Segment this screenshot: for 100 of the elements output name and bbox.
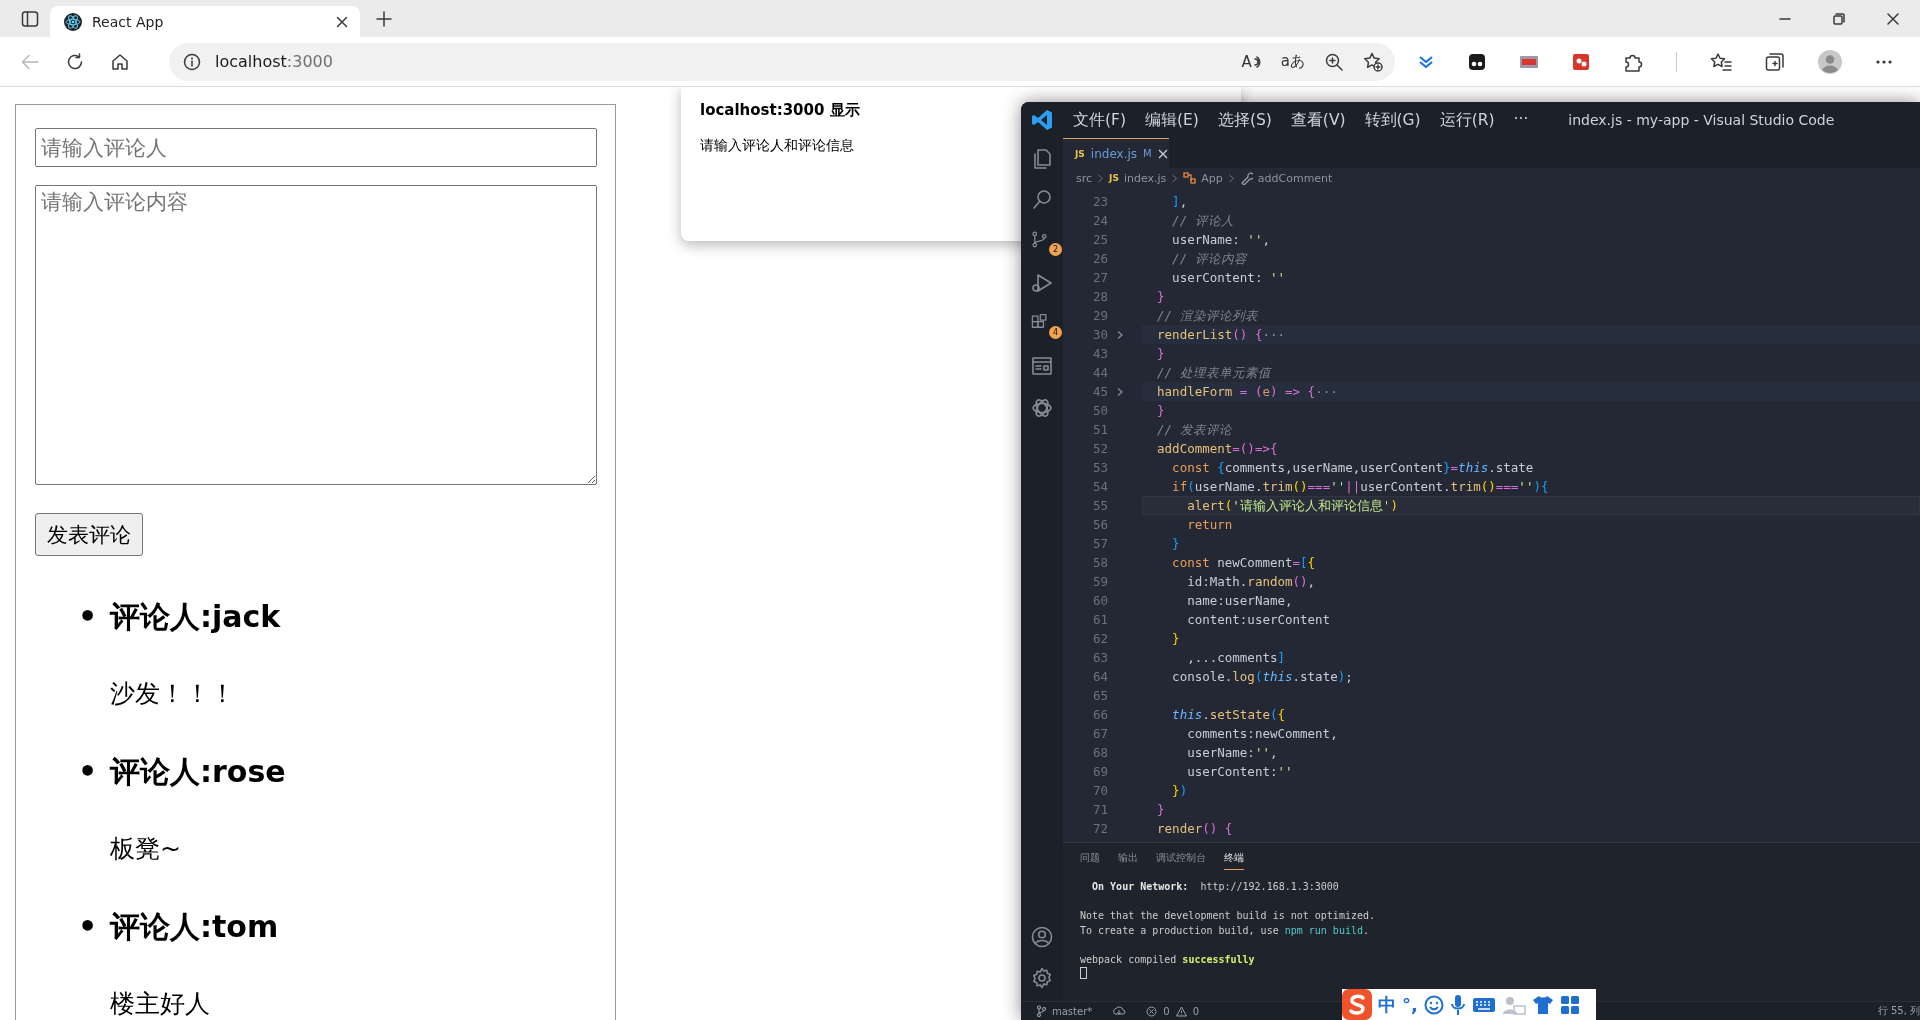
line-number: 50 [1091, 403, 1108, 418]
line-number: 66 [1091, 707, 1108, 722]
microphone-icon[interactable] [1449, 993, 1466, 1016]
line-number: 65 [1091, 688, 1108, 703]
fold-chevron-icon[interactable] [1116, 329, 1124, 340]
line-number: 62 [1091, 631, 1108, 646]
menu-item[interactable]: 编辑(E) [1145, 109, 1199, 131]
close-icon[interactable] [336, 15, 348, 28]
panel-tab[interactable]: 调试控制台 [1156, 851, 1206, 869]
code-line: } [1156, 801, 1165, 819]
error-icon[interactable] [1146, 1005, 1158, 1017]
error-count: 0 [1163, 1005, 1170, 1017]
fold-chevron-icon[interactable] [1116, 386, 1124, 397]
code-line: const {comments,userName,userContent}=this.state [1171, 459, 1534, 477]
menu-item[interactable]: 运行(R) [1439, 109, 1495, 131]
comment-author: 评论人:jack [110, 598, 281, 636]
comment-author: 评论人:rose [110, 753, 286, 791]
menu-item[interactable]: 文件(F) [1073, 109, 1126, 131]
menu-item[interactable]: ··· [1513, 109, 1529, 131]
zoom-icon[interactable] [1325, 52, 1343, 71]
add-favorite-icon[interactable] [1363, 51, 1383, 72]
back-arrow-icon [21, 53, 39, 70]
address-bar[interactable]: localhost:3000 A aあ [169, 42, 1395, 81]
submit-button[interactable]: 发表评论 [35, 513, 143, 556]
dialog-message: 请输入评论人和评论信息 [700, 137, 854, 155]
new-tab-icon[interactable] [376, 10, 392, 27]
branch-name[interactable]: master* [1052, 1005, 1093, 1017]
url-text: localhost:3000 [215, 52, 334, 71]
more-icon[interactable] [1875, 58, 1893, 65]
line-number: 68 [1091, 745, 1108, 760]
line-number: 56 [1091, 517, 1108, 532]
punctuation-mode[interactable]: °, [1402, 994, 1418, 1015]
editor-tab[interactable]: JS index.js M [1063, 138, 1169, 168]
comment-author: 评论人:tom [110, 908, 279, 946]
collections-icon[interactable] [1765, 51, 1785, 72]
code-line: render() { [1156, 820, 1233, 838]
code-line: } [1156, 402, 1165, 420]
chevron-icon [1097, 173, 1105, 183]
terminal-line: Note that the development build is not optimized. [1080, 909, 1375, 923]
code-line: } [1171, 535, 1180, 553]
dialog-title: localhost:3000 显示 [700, 101, 860, 120]
comment-text: 板凳~ [110, 834, 181, 863]
refresh-icon [66, 52, 84, 71]
breadcrumb-item[interactable]: addComment [1257, 171, 1333, 185]
sidebar-icon[interactable] [21, 9, 39, 28]
panel-tab[interactable]: 终端 [1224, 851, 1244, 870]
restore-icon[interactable] [1833, 12, 1845, 25]
cursor-position[interactable]: 行 55, 列 [1877, 1004, 1920, 1018]
code-line: addComment=()=>{ [1156, 440, 1278, 458]
code-line: } [1171, 630, 1180, 648]
code-line: } [1156, 288, 1165, 306]
menu-item[interactable]: 选择(S) [1217, 109, 1272, 131]
browser-tab[interactable]: React App [50, 6, 360, 37]
code-line: id:Math.random(), [1186, 573, 1316, 591]
info-icon[interactable] [183, 52, 201, 71]
favorites-icon[interactable] [1710, 51, 1732, 72]
name-field[interactable]: 请输入评论人 [35, 128, 597, 167]
grid-icon[interactable] [1559, 994, 1580, 1015]
line-number: 61 [1091, 612, 1108, 627]
profile-icon[interactable] [1818, 49, 1842, 74]
menu-item[interactable]: 查看(V) [1290, 109, 1346, 131]
panel-tab[interactable]: 问题 [1080, 851, 1100, 869]
line-number: 64 [1091, 669, 1108, 684]
keyboard-icon[interactable] [1471, 995, 1496, 1014]
window-title: index.js - my-app - Visual Studio Code [1568, 112, 1835, 128]
logo-icon[interactable] [1342, 989, 1372, 1020]
branch-icon[interactable] [1036, 1005, 1046, 1017]
line-number: 44 [1091, 365, 1108, 380]
menu-item[interactable]: 转到(G) [1364, 109, 1421, 131]
read-aloud-button[interactable]: A [1241, 52, 1261, 71]
code-line: }) [1171, 782, 1188, 800]
extension-icon[interactable] [1468, 52, 1486, 71]
file-type-icon: JS [1109, 173, 1119, 183]
breadcrumb-item[interactable]: index.js [1123, 171, 1167, 185]
line-number: 27 [1091, 270, 1108, 285]
panel-tab[interactable]: 输出 [1118, 851, 1138, 869]
terminal-line: On Your Network: http://192.168.1.3:3000 [1091, 880, 1339, 894]
code-line: userName: '', [1171, 231, 1270, 249]
source-control-icon[interactable] [1030, 229, 1049, 249]
shirt-icon[interactable] [1531, 994, 1554, 1015]
sync-icon[interactable] [1112, 1005, 1127, 1017]
comment-field[interactable]: 请输入评论内容 [35, 185, 597, 485]
code-line: this.setState({ [1171, 706, 1286, 724]
line-number: 28 [1091, 289, 1108, 304]
breadcrumb-item[interactable]: src [1076, 171, 1093, 185]
settings-icon[interactable] [1030, 966, 1054, 991]
code-line: ], [1171, 193, 1188, 211]
breadcrumb-item[interactable]: App [1201, 171, 1223, 185]
code-line: ,...comments] [1186, 649, 1285, 667]
code-line: } [1156, 345, 1165, 363]
close-icon[interactable] [1887, 12, 1899, 25]
account-icon[interactable] [1030, 924, 1054, 949]
vscode-logo-icon [1031, 109, 1053, 131]
terminal-cursor [1080, 967, 1087, 979]
input-mode[interactable]: 中 [1378, 992, 1396, 1017]
translate-button[interactable]: aあ [1280, 52, 1305, 71]
code-line: // 渲染评论列表 [1156, 307, 1258, 325]
warning-icon[interactable] [1175, 1005, 1187, 1017]
code-line: console.log(this.state); [1171, 668, 1353, 686]
smiley-icon[interactable] [1423, 994, 1444, 1015]
